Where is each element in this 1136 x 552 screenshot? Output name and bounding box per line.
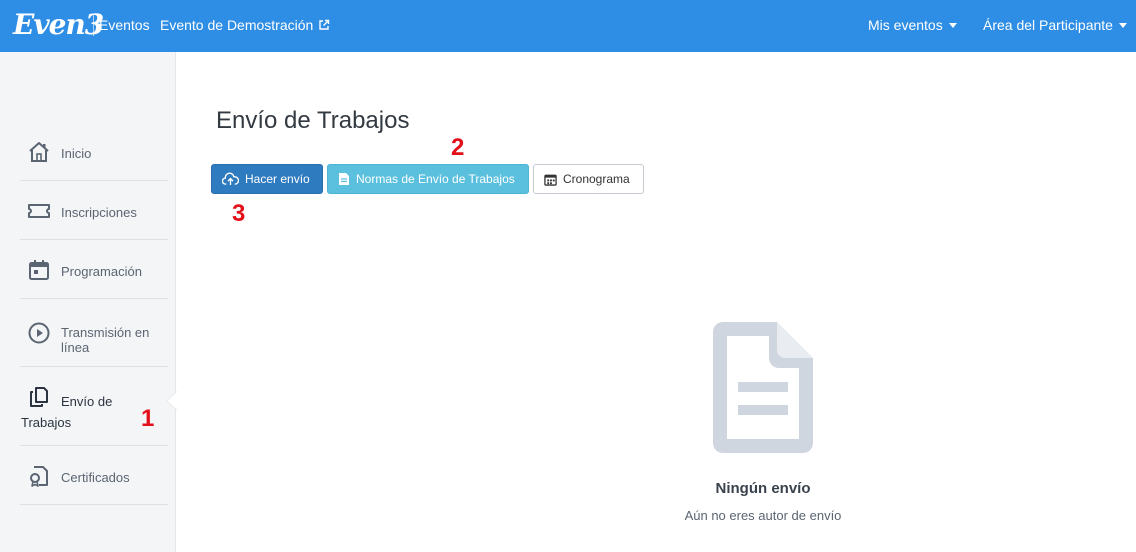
empty-state-subtitle: Aún no eres autor de envío xyxy=(684,508,842,523)
sidebar-item-label: Programación xyxy=(61,264,142,279)
annotation-marker-3: 3 xyxy=(232,200,246,227)
calendar-icon xyxy=(29,260,49,280)
sidebar-item-inscripciones[interactable]: Inscripciones xyxy=(20,181,168,240)
home-icon xyxy=(29,142,49,162)
cloud-upload-icon xyxy=(222,172,239,185)
page-title: Envío de Trabajos xyxy=(216,107,410,134)
logo-separator xyxy=(93,14,94,36)
participant-area-label: Área del Participante xyxy=(983,17,1113,33)
annotation-marker-1: 1 xyxy=(141,405,155,432)
participant-area-dropdown[interactable]: Área del Participante xyxy=(983,16,1127,34)
sidebar-item-label: Inscripciones xyxy=(61,205,137,220)
sidebar-item-label: Certificados xyxy=(61,470,130,485)
sidebar-item-certificados[interactable]: Certificados xyxy=(20,446,168,505)
top-navbar: Even3 Eventos Evento de Demostración Mis… xyxy=(0,0,1136,52)
sidebar-item-label: Inicio xyxy=(61,146,92,161)
file-text-icon xyxy=(713,322,813,453)
calendar-icon xyxy=(544,174,557,186)
even3-logo[interactable]: Even3 xyxy=(13,8,104,42)
nav-eventos-link[interactable]: Eventos xyxy=(99,16,150,34)
caret-down-icon xyxy=(948,22,957,28)
hacer-envio-label: Hacer envío xyxy=(245,172,310,186)
play-circle-icon xyxy=(28,322,50,344)
event-link[interactable]: Evento de Demostración xyxy=(160,16,330,34)
my-events-label: Mis eventos xyxy=(868,17,943,33)
sidebar-item-transmision[interactable]: Transmisión en línea xyxy=(20,299,168,367)
active-indicator xyxy=(167,392,177,410)
ticket-icon xyxy=(28,204,50,218)
cronograma-button[interactable]: Cronograma xyxy=(533,164,644,194)
annotation-marker-2: 2 xyxy=(451,134,465,161)
hacer-envio-button[interactable]: Hacer envío xyxy=(211,164,323,194)
event-link-label: Evento de Demostración xyxy=(160,17,314,33)
external-link-icon xyxy=(319,19,330,30)
sidebar-item-inicio[interactable]: Inicio xyxy=(20,122,168,181)
empty-state-title: Ningún envío xyxy=(715,480,811,497)
cronograma-label: Cronograma xyxy=(563,172,630,186)
certificate-icon xyxy=(30,466,48,487)
caret-down-icon xyxy=(1118,22,1127,28)
file-text-icon xyxy=(339,173,349,185)
sidebar-item-label: Envío de Trabajos xyxy=(21,394,113,430)
my-events-dropdown[interactable]: Mis eventos xyxy=(868,16,957,34)
sidebar-item-label: Transmisión en línea xyxy=(61,325,150,355)
normas-envio-button[interactable]: Normas de Envío de Trabajos xyxy=(327,164,529,194)
sidebar: Inicio Inscripciones Programación Transm… xyxy=(0,52,176,552)
normas-envio-label: Normas de Envío de Trabajos xyxy=(356,172,515,186)
sidebar-item-programacion[interactable]: Programación xyxy=(20,240,168,299)
